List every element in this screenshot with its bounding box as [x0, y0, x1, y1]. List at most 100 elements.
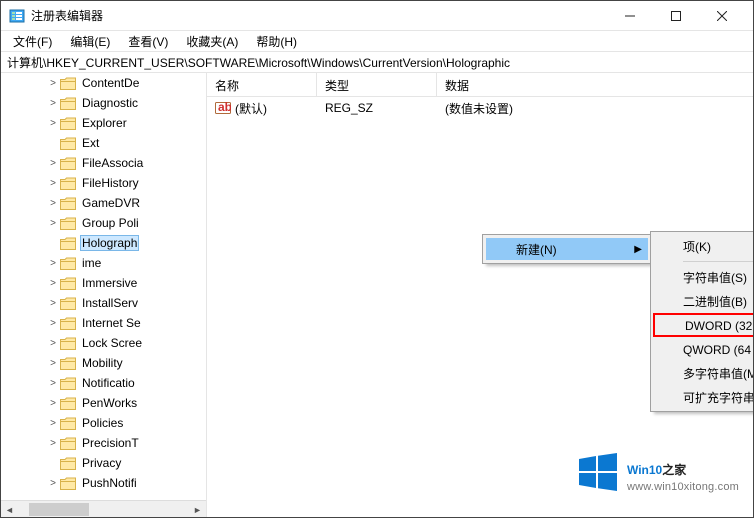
- list-header: 名称 类型 数据: [207, 73, 753, 97]
- tree-item-label: PenWorks: [82, 396, 137, 410]
- maximize-button[interactable]: [653, 1, 699, 31]
- expand-chevron-icon[interactable]: >: [47, 218, 59, 229]
- registry-editor-window: 注册表编辑器 文件(F) 编辑(E) 查看(V) 收藏夹(A) 帮助(H) 计算…: [0, 0, 754, 518]
- minimize-button[interactable]: [607, 1, 653, 31]
- expand-chevron-icon[interactable]: >: [47, 258, 59, 269]
- tree-pane: > ContentDe > Diagnostic > Explorer: [1, 73, 207, 517]
- expand-chevron-icon[interactable]: >: [47, 358, 59, 369]
- ctx-new-dword[interactable]: DWORD (32 位)值(D): [653, 313, 754, 337]
- tree-item[interactable]: Holograph: [1, 233, 206, 253]
- col-type[interactable]: 类型: [317, 73, 437, 96]
- ctx-new-string[interactable]: 字符串值(S): [653, 265, 754, 289]
- folder-icon: [60, 257, 76, 270]
- value-data: (数值未设置): [437, 100, 753, 117]
- tree-item[interactable]: Privacy: [1, 453, 206, 473]
- ctx-new-label: 新建(N): [516, 241, 557, 258]
- tree-item[interactable]: > ime: [1, 253, 206, 273]
- tree-item-label: Ext: [82, 136, 99, 150]
- tree-item[interactable]: > PenWorks: [1, 393, 206, 413]
- value-type: REG_SZ: [317, 101, 437, 115]
- menu-favorites[interactable]: 收藏夹(A): [180, 32, 244, 51]
- expand-chevron-icon[interactable]: >: [47, 338, 59, 349]
- folder-icon: [60, 277, 76, 290]
- expand-chevron-icon[interactable]: >: [47, 178, 59, 189]
- tree-item-label: Lock Scree: [82, 336, 142, 350]
- tree-item-label: Explorer: [82, 116, 127, 130]
- ctx-new-qword[interactable]: QWORD (64 位)值(Q): [653, 337, 754, 361]
- menu-file[interactable]: 文件(F): [7, 32, 58, 51]
- expand-chevron-icon[interactable]: >: [47, 278, 59, 289]
- tree-item[interactable]: > Explorer: [1, 113, 206, 133]
- folder-icon: [60, 237, 76, 250]
- ctx-new-multi[interactable]: 多字符串值(M): [653, 361, 754, 385]
- ctx-new-key[interactable]: 项(K): [653, 234, 754, 258]
- expand-chevron-icon[interactable]: >: [47, 478, 59, 489]
- menu-separator: [683, 261, 754, 262]
- tree-item[interactable]: > PushNotifi: [1, 473, 206, 493]
- scrollbar-thumb[interactable]: [29, 503, 89, 516]
- ctx-new-expand[interactable]: 可扩充字符串值(E): [653, 385, 754, 409]
- tree-item[interactable]: > Immersive: [1, 273, 206, 293]
- expand-chevron-icon[interactable]: >: [47, 158, 59, 169]
- ctx-new[interactable]: 新建(N) ▶: [486, 238, 648, 260]
- folder-icon: [60, 177, 76, 190]
- watermark-url: www.win10xitong.com: [627, 481, 739, 493]
- windows-logo-icon: [577, 451, 619, 493]
- expand-chevron-icon[interactable]: >: [47, 78, 59, 89]
- menu-view[interactable]: 查看(V): [122, 32, 174, 51]
- tree-item[interactable]: > FileHistory: [1, 173, 206, 193]
- folder-icon: [60, 97, 76, 110]
- folder-icon: [60, 397, 76, 410]
- menu-edit[interactable]: 编辑(E): [64, 32, 116, 51]
- tree-item[interactable]: > GameDVR: [1, 193, 206, 213]
- tree-item[interactable]: Ext: [1, 133, 206, 153]
- tree-item[interactable]: > Internet Se: [1, 313, 206, 333]
- tree-item[interactable]: > Lock Scree: [1, 333, 206, 353]
- folder-icon: [60, 77, 76, 90]
- expand-chevron-icon[interactable]: >: [47, 298, 59, 309]
- tree-item-label: InstallServ: [82, 296, 138, 310]
- tree-item[interactable]: > Mobility: [1, 353, 206, 373]
- tree-item[interactable]: > Policies: [1, 413, 206, 433]
- tree-item[interactable]: > FileAssocia: [1, 153, 206, 173]
- col-data[interactable]: 数据: [437, 73, 753, 96]
- regedit-icon: [9, 8, 25, 24]
- tree-item-label: Policies: [82, 416, 123, 430]
- expand-chevron-icon[interactable]: >: [47, 418, 59, 429]
- menubar: 文件(F) 编辑(E) 查看(V) 收藏夹(A) 帮助(H): [1, 31, 753, 51]
- titlebar: 注册表编辑器: [1, 1, 753, 31]
- tree-item[interactable]: > Diagnostic: [1, 93, 206, 113]
- expand-chevron-icon[interactable]: >: [47, 118, 59, 129]
- expand-chevron-icon[interactable]: >: [47, 378, 59, 389]
- folder-icon: [60, 457, 76, 470]
- scroll-left-icon[interactable]: ◄: [1, 501, 18, 517]
- expand-chevron-icon[interactable]: >: [47, 398, 59, 409]
- expand-chevron-icon[interactable]: >: [47, 318, 59, 329]
- scroll-right-icon[interactable]: ►: [189, 501, 206, 517]
- tree-item[interactable]: > ContentDe: [1, 73, 206, 93]
- address-bar[interactable]: 计算机\HKEY_CURRENT_USER\SOFTWARE\Microsoft…: [1, 51, 753, 73]
- ctx-new-binary[interactable]: 二进制值(B): [653, 289, 754, 313]
- tree-item-label: ime: [82, 256, 101, 270]
- horizontal-scrollbar[interactable]: ◄ ►: [1, 500, 206, 517]
- tree-item-label: Group Poli: [82, 216, 139, 230]
- folder-icon: [60, 137, 76, 150]
- address-path: 计算机\HKEY_CURRENT_USER\SOFTWARE\Microsoft…: [7, 54, 510, 71]
- col-name[interactable]: 名称: [207, 73, 317, 96]
- tree-item[interactable]: > PrecisionT: [1, 433, 206, 453]
- submenu-arrow-icon: ▶: [634, 244, 642, 255]
- expand-chevron-icon[interactable]: >: [47, 198, 59, 209]
- tree-item-label: PushNotifi: [82, 476, 137, 490]
- close-button[interactable]: [699, 1, 745, 31]
- tree-item[interactable]: > Group Poli: [1, 213, 206, 233]
- expand-chevron-icon[interactable]: >: [47, 438, 59, 449]
- tree-item[interactable]: > Notificatio: [1, 373, 206, 393]
- list-row[interactable]: ab (默认) REG_SZ (数值未设置): [207, 97, 753, 119]
- tree-item[interactable]: > InstallServ: [1, 293, 206, 313]
- menu-help[interactable]: 帮助(H): [250, 32, 303, 51]
- tree-item-label: Mobility: [82, 356, 123, 370]
- tree-item-label: FileHistory: [82, 176, 139, 190]
- window-title: 注册表编辑器: [31, 7, 607, 24]
- expand-chevron-icon[interactable]: >: [47, 98, 59, 109]
- folder-icon: [60, 117, 76, 130]
